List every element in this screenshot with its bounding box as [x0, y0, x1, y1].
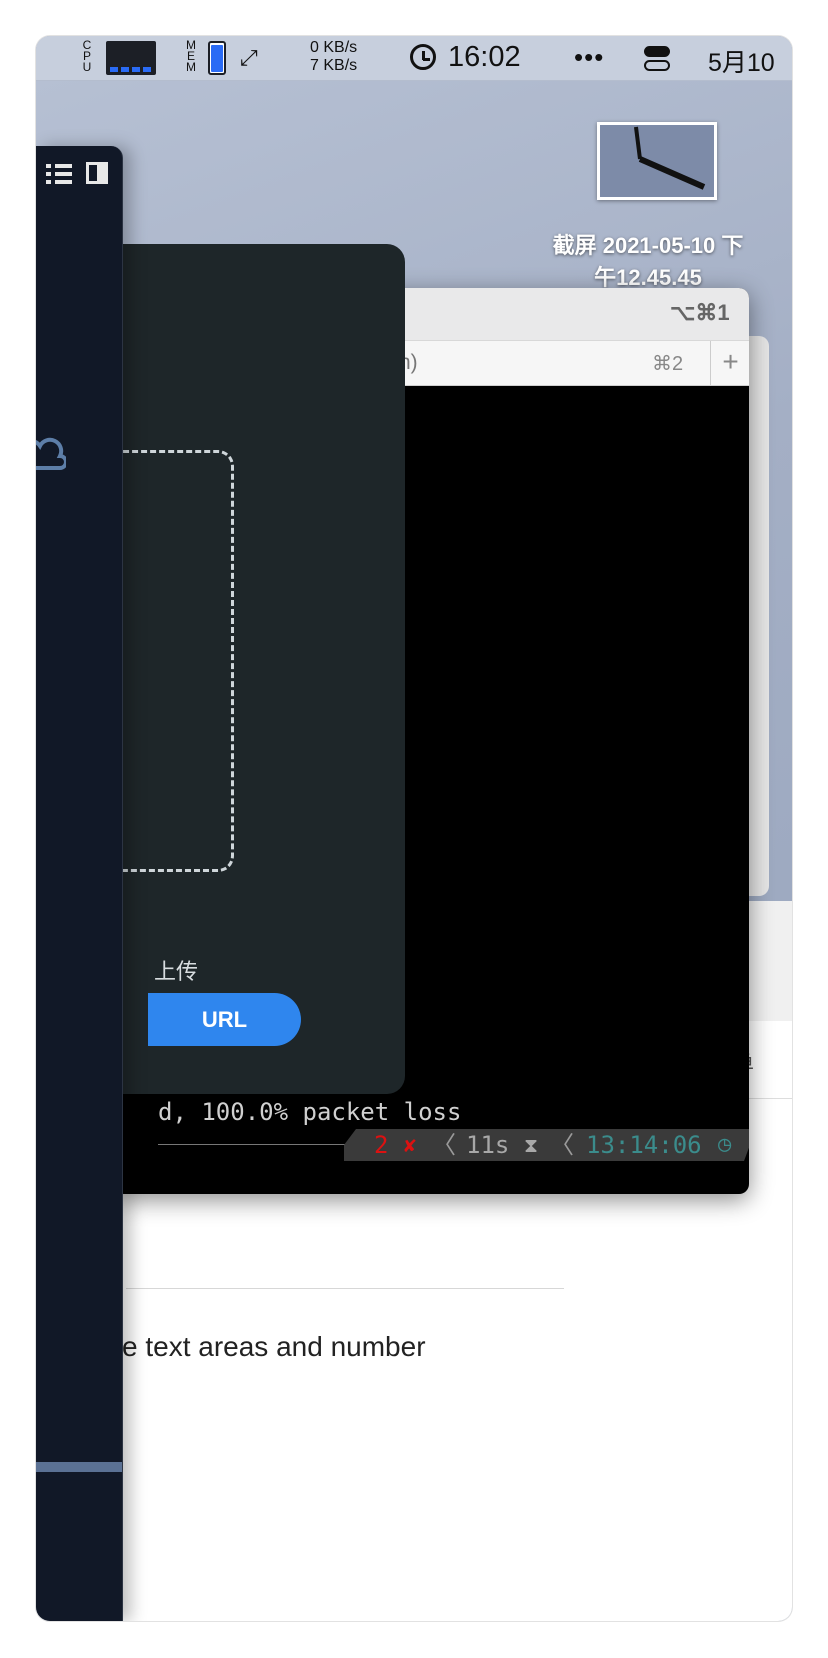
screen: C P U M E M ⤢ 0 KB/s 7 KB/s 16:02 ••• 5月… [36, 36, 792, 1621]
menubar: C P U M E M ⤢ 0 KB/s 7 KB/s 16:02 ••• 5月… [36, 36, 792, 81]
cpu-label: C P U [82, 38, 92, 74]
prompt-separator: 〈 [550, 1131, 574, 1159]
list-view-icon[interactable] [46, 164, 72, 184]
url-upload-button[interactable]: URL [148, 993, 301, 1046]
menubar-clock[interactable]: 16:02 [448, 41, 521, 74]
terminal-title-shortcut: ⌥⌘1 [670, 300, 730, 325]
cpu-graph[interactable] [106, 41, 156, 75]
network-arrows-icon[interactable]: ⤢ [240, 45, 258, 71]
powerline-prompt: 2 ✘ 〈 11s ⧗ 〈 13:14:06 ◷ [344, 1129, 749, 1161]
background-body-text: e text areas and number [122, 1331, 426, 1362]
net-upload-speed: 0 KB/s [310, 39, 358, 56]
hourglass-icon: ⧗ [524, 1133, 539, 1157]
cloud-icon [36, 437, 66, 470]
clock-icon[interactable] [410, 44, 436, 70]
menubar-date[interactable]: 5月10 [708, 43, 775, 79]
new-tab-button[interactable]: + [710, 341, 749, 385]
mem-label: M E M [186, 38, 196, 74]
exit-code: 2 [374, 1131, 389, 1159]
control-center-icon[interactable] [644, 46, 670, 72]
screenshot-file-label[interactable]: 截屏 2021-05-10 下 午12.45.45 [508, 230, 788, 294]
terminal-output-line: d, 100.0% packet loss [158, 1098, 462, 1126]
clock-icon: ◷ [718, 1132, 732, 1157]
net-download-speed: 7 KB/s [310, 57, 358, 74]
memory-gauge[interactable] [208, 41, 226, 75]
more-icon[interactable]: ••• [574, 42, 604, 73]
error-icon: ✘ [404, 1133, 417, 1157]
memory-gauge-fill [211, 45, 223, 72]
tab-shortcut: ⌘2 [652, 353, 684, 375]
panel-toggle-icon[interactable] [86, 162, 108, 184]
screenshot-thumbnail[interactable] [597, 122, 717, 200]
prompt-separator: 〈 [432, 1131, 456, 1159]
divider [126, 1288, 564, 1289]
sidebar-selected-bar[interactable] [36, 1462, 122, 1472]
command-duration: 11s [466, 1131, 510, 1159]
upload-label: 上传 [154, 959, 199, 984]
prompt-time: 13:14:06 [586, 1131, 702, 1159]
sidebar-app-window [36, 146, 123, 1621]
